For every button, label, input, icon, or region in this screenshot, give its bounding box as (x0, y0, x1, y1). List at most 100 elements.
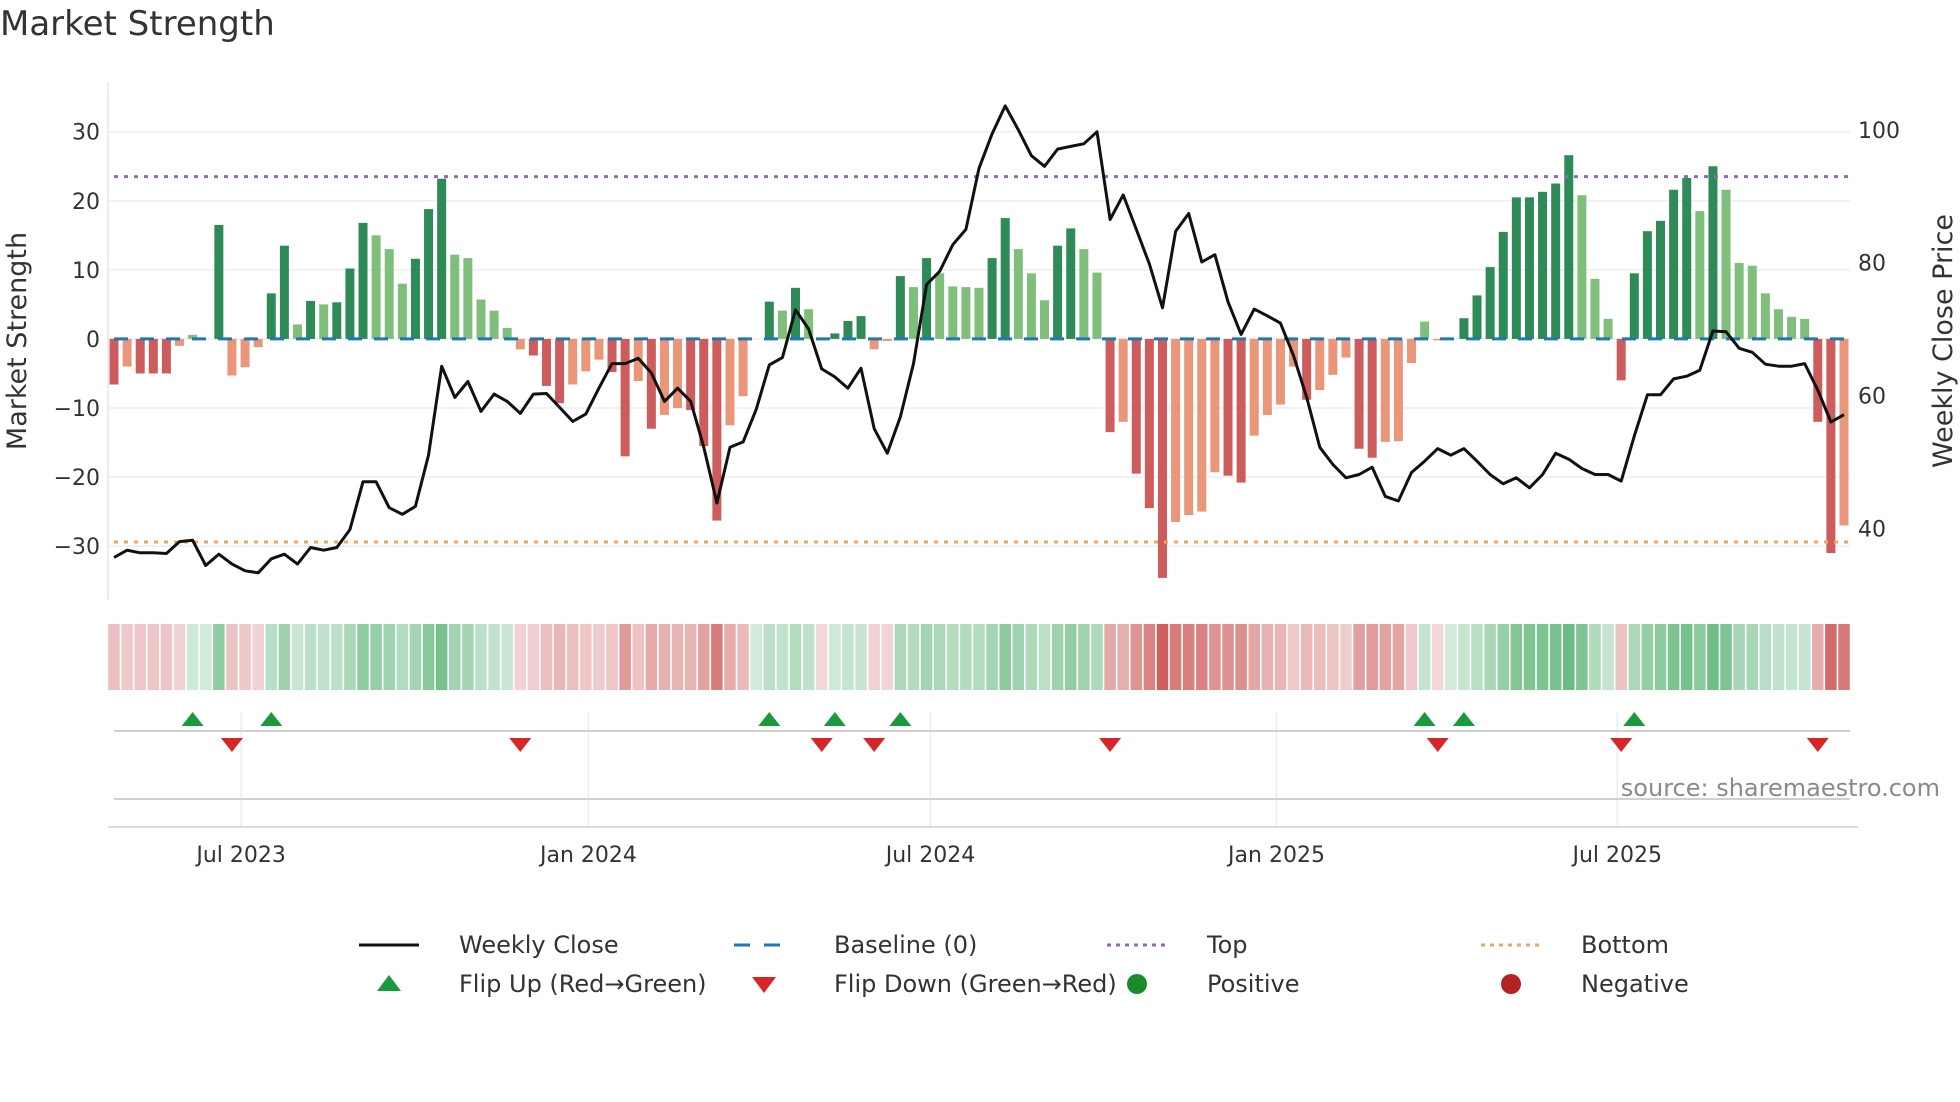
flip-up-marker (889, 712, 912, 726)
strength-bar (568, 338, 578, 385)
market-strength-chart: −30 −20 −10 0 10 20 30 40 60 80 100 Market Streng… (2, 82, 1959, 998)
heatmap-cell (409, 624, 422, 690)
heatmap-cell (291, 624, 304, 690)
strength-bar (594, 338, 604, 360)
y-tick-label: 20 (72, 190, 100, 215)
strength-bar (437, 178, 447, 339)
heatmap-cell (671, 624, 684, 690)
strength-bar (1223, 338, 1233, 476)
heatmap-cell (1261, 624, 1274, 690)
heatmap-cell (514, 624, 527, 690)
heatmap-cell (1484, 624, 1496, 690)
heatmap-cell (855, 624, 867, 690)
heatmap-cell (265, 624, 278, 690)
heatmap-cell (1602, 624, 1614, 690)
triangle-up-icon (377, 975, 401, 991)
strength-bar (555, 338, 565, 404)
flip-down-marker (220, 738, 243, 752)
heatmap-cell (1825, 624, 1837, 690)
strength-bar (1420, 321, 1430, 339)
y-tick-label: 30 (72, 121, 100, 146)
strength-bar (1564, 155, 1574, 339)
flip-down-marker (810, 738, 833, 752)
strength-bar (148, 338, 158, 374)
flip-up-marker (1413, 712, 1436, 726)
strength-bar (1616, 338, 1626, 381)
strength-bar (1105, 338, 1115, 433)
strength-bar (266, 293, 276, 339)
strength-bar (1118, 338, 1128, 422)
strength-bar (1236, 338, 1246, 483)
heatmap-cell (1680, 624, 1693, 690)
heatmap-cell (1418, 624, 1431, 690)
heatmap-cell (1798, 624, 1811, 690)
strength-bar (450, 254, 460, 339)
circle-icon (1127, 974, 1147, 994)
heatmap-cell (724, 624, 736, 690)
heatmap-cell (868, 624, 880, 690)
heatmap-cell (1589, 624, 1601, 690)
heatmap-cell (383, 624, 395, 690)
flip-up-marker (1623, 712, 1646, 726)
y-tick-label: 10 (72, 259, 100, 284)
strength-bar (1079, 249, 1089, 339)
heatmap-cell (304, 624, 317, 690)
heatmap-cell (1287, 624, 1300, 690)
strength-bar (410, 258, 420, 339)
strength-bar (699, 338, 709, 446)
x-tick-label: Jul 2025 (1570, 843, 1662, 868)
flip-down-marker (1610, 738, 1633, 752)
heatmap-cell (698, 624, 710, 690)
heatmap-cell (606, 624, 618, 690)
heatmap-cell (1327, 624, 1339, 690)
strength-bar (214, 224, 224, 339)
strength-bar (1459, 318, 1469, 339)
strength-bar (1000, 218, 1010, 339)
flip-up-marker (823, 712, 846, 726)
strength-bar (777, 310, 787, 339)
strength-bar (725, 338, 735, 426)
strength-bar (1603, 318, 1613, 339)
strength-bar (371, 235, 381, 339)
strength-bar (1275, 338, 1285, 405)
heatmap-cell (815, 624, 828, 690)
legend-item: Baseline (0) (734, 931, 977, 959)
heatmap-cell (1248, 624, 1260, 690)
heatmap-cell (435, 624, 448, 690)
strength-bar (987, 258, 997, 339)
date-gridlines (240, 712, 1619, 827)
heatmap-cell (1772, 624, 1785, 690)
heatmap-cell (907, 624, 920, 690)
heatmap-cell (147, 624, 160, 690)
strength-bar (489, 310, 499, 339)
heatmap-cell (1694, 624, 1706, 690)
strength-bar (227, 338, 237, 376)
heatmap-cell (186, 624, 199, 690)
heatmap-cell (527, 624, 540, 690)
heatmap-cell (1497, 624, 1509, 690)
left-axis-title: Market Strength (2, 232, 33, 450)
heatmap-cell (1143, 624, 1156, 690)
y-tick-label: −20 (54, 466, 100, 491)
heatmap-cell (1563, 624, 1575, 690)
strength-bar (1066, 228, 1076, 339)
heatmap-cell (1051, 624, 1064, 690)
strength-bar (463, 258, 473, 339)
heatmap-cell (278, 624, 291, 690)
heatmap-cell (1628, 624, 1641, 690)
strength-bar (935, 273, 945, 339)
legend-label: Flip Up (Red→Green) (459, 970, 707, 998)
heatmap-cell (1222, 624, 1234, 690)
y-tick-label: −30 (54, 535, 100, 560)
legend-item: Weekly Close (359, 931, 619, 959)
heatmap-cell (462, 624, 474, 690)
strength-bar (1407, 338, 1416, 364)
strength-bar (646, 338, 656, 429)
y2-tick-label: 60 (1858, 384, 1886, 409)
heatmap-cell (842, 624, 854, 690)
triangle-down-icon (752, 977, 776, 993)
flip-down-marker (1806, 738, 1829, 752)
strength-bar (384, 249, 394, 339)
heatmap-cell (1746, 624, 1759, 690)
strength-bar (620, 338, 630, 457)
